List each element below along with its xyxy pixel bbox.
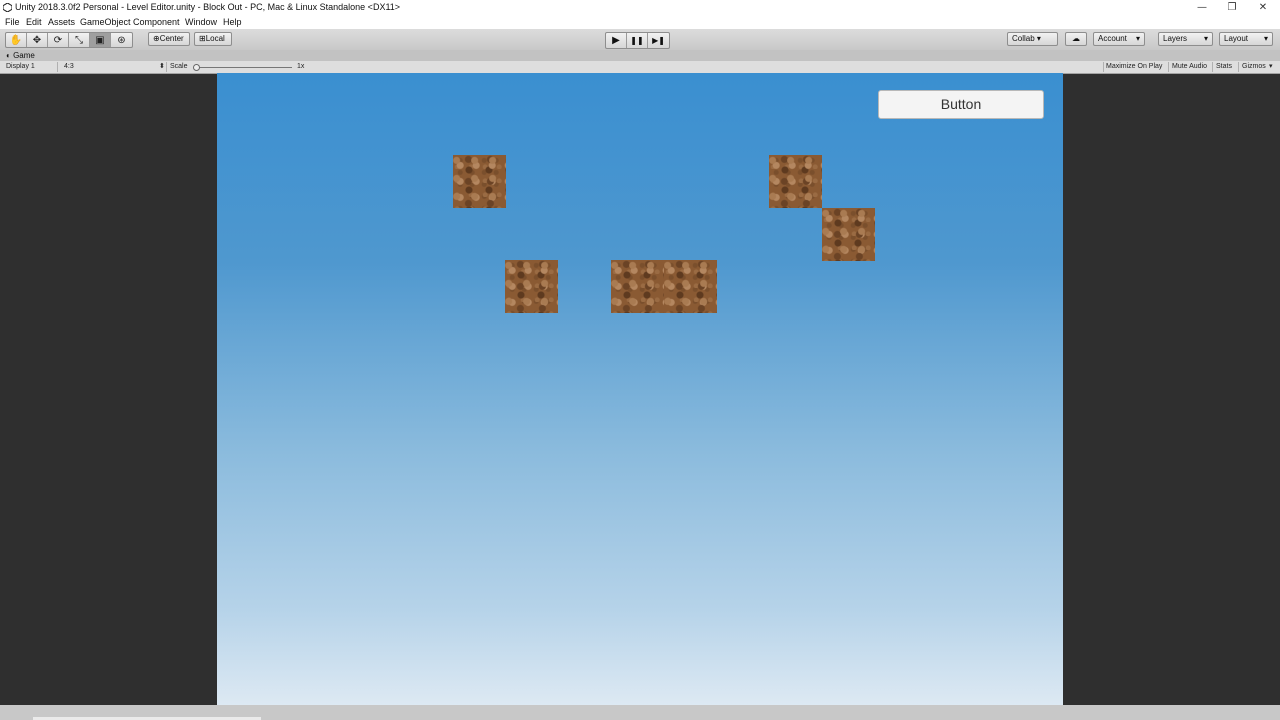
status-bar bbox=[0, 705, 1280, 720]
move-icon: ✥ bbox=[32, 34, 42, 46]
menu-assets[interactable]: Assets bbox=[48, 17, 75, 27]
local-icon: ⊞ bbox=[199, 34, 206, 43]
dirt-block bbox=[453, 155, 506, 208]
account-label: Account bbox=[1098, 34, 1127, 43]
window-title: Unity 2018.3.0f2 Personal - Level Editor… bbox=[15, 2, 401, 12]
pause-button[interactable]: ❚❚ bbox=[627, 33, 648, 48]
separator bbox=[1168, 62, 1169, 72]
chevron-down-icon: ▾ bbox=[1203, 34, 1208, 43]
transform-tool-button[interactable]: ⊛ bbox=[111, 33, 132, 47]
maximize-on-play-toggle[interactable]: Maximize On Play bbox=[1106, 61, 1162, 73]
game-tab-icon: ◐ bbox=[6, 51, 11, 60]
pause-icon: ❚❚ bbox=[630, 36, 644, 45]
separator bbox=[1103, 62, 1104, 72]
play-button[interactable]: ▶ bbox=[606, 33, 627, 48]
account-dropdown[interactable]: Account ▾ bbox=[1093, 32, 1145, 46]
scale-tool-button[interactable]: ⤡ bbox=[69, 33, 90, 47]
tab-game-label: Game bbox=[13, 51, 35, 60]
scale-icon: ⤡ bbox=[75, 34, 83, 46]
move-tool-button[interactable]: ✥ bbox=[27, 33, 48, 47]
rect-icon: ▣ bbox=[95, 34, 105, 46]
transform-tools: ✋ ✥ ⟳ ⤡ ▣ ⊛ bbox=[5, 32, 133, 48]
display-dropdown[interactable]: Display 1 bbox=[6, 61, 35, 73]
scale-slider[interactable] bbox=[195, 67, 292, 68]
aspect-dropdown[interactable]: 4:3 bbox=[64, 61, 74, 73]
pivot-local-button[interactable]: ⊞Local bbox=[194, 32, 232, 46]
game-ui-button[interactable]: Button bbox=[878, 90, 1044, 119]
hand-tool-button[interactable]: ✋ bbox=[6, 33, 27, 47]
collab-dropdown[interactable]: Collab ▾ bbox=[1007, 32, 1058, 46]
layout-dropdown[interactable]: Layout ▾ bbox=[1219, 32, 1273, 46]
pivot-local-label: Local bbox=[205, 34, 225, 43]
dirt-block bbox=[769, 155, 822, 208]
menu-help[interactable]: Help bbox=[223, 17, 242, 27]
hand-icon: ✋ bbox=[9, 34, 23, 46]
separator bbox=[166, 62, 167, 72]
close-button[interactable]: ✕ bbox=[1248, 0, 1278, 15]
collab-label: Collab ▾ bbox=[1012, 34, 1041, 43]
menu-file[interactable]: File bbox=[5, 17, 20, 27]
stats-toggle[interactable]: Stats bbox=[1216, 61, 1232, 73]
separator bbox=[1212, 62, 1213, 72]
pivot-center-button[interactable]: ⊕Center bbox=[148, 32, 190, 46]
dirt-block bbox=[611, 260, 664, 313]
gizmos-dropdown[interactable]: Gizmos bbox=[1242, 61, 1266, 73]
layout-label: Layout bbox=[1224, 34, 1249, 43]
transform-icon: ⊛ bbox=[117, 34, 126, 46]
menu-bar: File Edit Assets GameObject Component Wi… bbox=[0, 15, 1280, 29]
rotate-icon: ⟳ bbox=[53, 34, 63, 46]
scale-slider-thumb[interactable] bbox=[193, 64, 200, 71]
aspect-dropdown-arrow[interactable]: ⬍ bbox=[159, 61, 165, 73]
restore-button[interactable]: ❐ bbox=[1217, 0, 1247, 15]
layers-dropdown[interactable]: Layers ▾ bbox=[1158, 32, 1213, 46]
chevron-down-icon[interactable]: ▾ bbox=[1269, 61, 1273, 73]
pivot-center-label: Center bbox=[159, 34, 184, 43]
cloud-icon: ☁ bbox=[1072, 34, 1080, 43]
tab-strip: ◐ Game bbox=[0, 50, 1280, 61]
menu-gameobject[interactable]: GameObject bbox=[80, 17, 131, 27]
pivot-icon: ⊕ bbox=[153, 34, 160, 43]
unity-logo-icon bbox=[3, 3, 12, 12]
dirt-block bbox=[822, 208, 875, 261]
chevron-down-icon: ▾ bbox=[1263, 34, 1268, 43]
title-bar: Unity 2018.3.0f2 Personal - Level Editor… bbox=[0, 0, 1280, 15]
tab-game[interactable]: ◐ Game bbox=[2, 50, 39, 61]
step-icon: ▶❚ bbox=[652, 36, 665, 45]
menu-window[interactable]: Window bbox=[185, 17, 217, 27]
chevron-down-icon: ▾ bbox=[1135, 34, 1140, 43]
dirt-block bbox=[664, 260, 717, 313]
mute-audio-toggle[interactable]: Mute Audio bbox=[1172, 61, 1207, 73]
separator bbox=[57, 62, 58, 72]
rotate-tool-button[interactable]: ⟳ bbox=[48, 33, 69, 47]
play-icon: ▶ bbox=[612, 35, 620, 46]
menu-edit[interactable]: Edit bbox=[26, 17, 42, 27]
rect-tool-button[interactable]: ▣ bbox=[90, 33, 111, 47]
playback-controls: ▶ ❚❚ ▶❚ bbox=[605, 32, 670, 49]
separator bbox=[1238, 62, 1239, 72]
scale-label: Scale bbox=[170, 63, 188, 70]
step-button[interactable]: ▶❚ bbox=[648, 33, 669, 48]
main-toolbar: ✋ ✥ ⟳ ⤡ ▣ ⊛ ⊕Center ⊞Local ▶ ❚❚ ▶❚ Colla… bbox=[0, 29, 1280, 51]
scale-value: 1x bbox=[297, 63, 305, 70]
menu-component[interactable]: Component bbox=[133, 17, 180, 27]
cloud-button[interactable]: ☁ bbox=[1065, 32, 1087, 46]
game-viewport[interactable]: Button bbox=[217, 73, 1063, 705]
layers-label: Layers bbox=[1163, 34, 1188, 43]
minimize-button[interactable]: — bbox=[1187, 0, 1217, 15]
dirt-block bbox=[505, 260, 558, 313]
